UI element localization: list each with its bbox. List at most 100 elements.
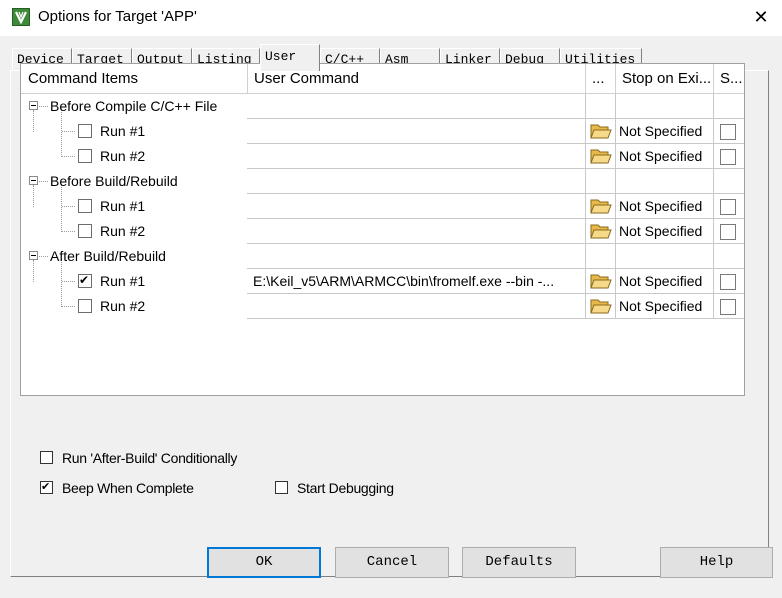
s-checkbox[interactable]: [720, 199, 736, 215]
s-cell: [713, 94, 744, 119]
header-divider: [247, 64, 248, 94]
tree-connector: [39, 256, 48, 258]
s-cell: [713, 144, 744, 169]
table-row[interactable]: ✔ Run #1 E:\Keil_v5\ARM\ARMCC\bin\fromel…: [21, 269, 744, 294]
run-checkbox[interactable]: [78, 199, 92, 213]
browse-cell: [585, 144, 615, 169]
s-checkbox[interactable]: [720, 274, 736, 290]
command-cell: [247, 169, 585, 194]
s-checkbox[interactable]: [720, 224, 736, 240]
run-label: Run #1: [100, 198, 146, 214]
group-row-after-build[interactable]: After Build/Rebuild: [21, 244, 744, 269]
table-row[interactable]: Run #1 Not Specified: [21, 119, 744, 144]
user-command-field[interactable]: [247, 144, 585, 169]
run-label: Run #1: [100, 273, 146, 289]
user-command-field[interactable]: [247, 119, 585, 144]
table-row[interactable]: Run #1 Not Specified: [21, 194, 744, 219]
folder-open-icon[interactable]: [590, 122, 612, 140]
header-command-items[interactable]: Command Items: [21, 64, 247, 93]
help-button[interactable]: Help: [660, 547, 773, 578]
header-divider: [585, 64, 586, 94]
stop-cell: [615, 244, 713, 269]
run-after-build-checkbox[interactable]: [40, 451, 53, 464]
browse-cell: [585, 194, 615, 219]
window-title: Options for Target 'APP': [38, 8, 197, 25]
start-debugging-label: Start Debugging: [297, 480, 394, 496]
user-commands-grid: Command Items User Command ... Stop on E…: [20, 63, 745, 396]
run-after-build-label: Run 'After-Build' Conditionally: [62, 450, 238, 466]
tree-connector: [62, 306, 75, 308]
defaults-button[interactable]: Defaults: [462, 547, 576, 578]
run-label: Run #1: [100, 123, 146, 139]
folder-open-icon[interactable]: [590, 297, 612, 315]
group-label: Before Compile C/C++ File: [50, 98, 218, 114]
tree-connector: [39, 106, 48, 108]
close-icon[interactable]: ✕: [748, 4, 774, 30]
run-label: Run #2: [100, 223, 146, 239]
s-checkbox[interactable]: [720, 149, 736, 165]
run-checkbox[interactable]: [78, 224, 92, 238]
s-checkbox[interactable]: [720, 299, 736, 315]
stop-on-exit-value[interactable]: Not Specified: [615, 219, 713, 244]
s-cell: [713, 219, 744, 244]
group-row-before-build[interactable]: Before Build/Rebuild: [21, 169, 744, 194]
header-divider: [713, 64, 714, 94]
stop-on-exit-value[interactable]: Not Specified: [615, 119, 713, 144]
stop-on-exit-value[interactable]: Not Specified: [615, 269, 713, 294]
browse-cell: [585, 169, 615, 194]
user-command-field[interactable]: E:\Keil_v5\ARM\ARMCC\bin\fromelf.exe --b…: [247, 269, 585, 294]
tree-connector: [62, 206, 75, 208]
user-command-field[interactable]: [247, 194, 585, 219]
run-checkbox[interactable]: [78, 124, 92, 138]
command-cell: [247, 244, 585, 269]
header-s[interactable]: S...: [713, 64, 744, 93]
table-row[interactable]: Run #2 Not Specified: [21, 144, 744, 169]
stop-on-exit-value[interactable]: Not Specified: [615, 294, 713, 319]
run-checkbox[interactable]: [78, 299, 92, 313]
s-cell: [713, 169, 744, 194]
browse-cell: [585, 269, 615, 294]
table-row[interactable]: Run #2 Not Specified: [21, 294, 744, 319]
title-bar: Options for Target 'APP' ✕: [0, 0, 782, 36]
ok-button[interactable]: OK: [207, 547, 321, 578]
folder-open-icon[interactable]: [590, 147, 612, 165]
group-label: Before Build/Rebuild: [50, 173, 178, 189]
run-checkbox[interactable]: [78, 149, 92, 163]
stop-on-exit-value[interactable]: Not Specified: [615, 144, 713, 169]
command-cell: [247, 94, 585, 119]
cancel-button[interactable]: Cancel: [335, 547, 449, 578]
run-label: Run #2: [100, 148, 146, 164]
folder-open-icon[interactable]: [590, 272, 612, 290]
header-divider: [615, 64, 616, 94]
collapse-icon[interactable]: [29, 101, 38, 110]
stop-on-exit-value[interactable]: Not Specified: [615, 194, 713, 219]
collapse-icon[interactable]: [29, 251, 38, 260]
collapse-icon[interactable]: [29, 176, 38, 185]
s-cell: [713, 294, 744, 319]
stop-cell: [615, 94, 713, 119]
browse-cell: [585, 219, 615, 244]
folder-open-icon[interactable]: [590, 197, 612, 215]
checkmark-icon: ✔: [79, 273, 90, 287]
run-checkbox[interactable]: ✔: [78, 273, 92, 288]
tree-connector: [62, 231, 75, 233]
grid-header: Command Items User Command ... Stop on E…: [21, 64, 744, 94]
dialog-body: Device Target Output Listing User C/C++ …: [0, 36, 782, 598]
beep-checkbox[interactable]: ✔: [40, 480, 53, 494]
header-stop-on-exit[interactable]: Stop on Exi...: [615, 64, 713, 93]
group-row-before-compile[interactable]: Before Compile C/C++ File: [21, 94, 744, 119]
user-command-field[interactable]: [247, 219, 585, 244]
s-cell: [713, 269, 744, 294]
tab-user[interactable]: User: [260, 44, 320, 71]
table-row[interactable]: Run #2 Not Specified: [21, 219, 744, 244]
start-debugging-checkbox[interactable]: [275, 481, 288, 494]
keil-uvision-icon: [12, 8, 30, 26]
header-browse[interactable]: ...: [585, 64, 615, 93]
user-command-field[interactable]: [247, 294, 585, 319]
s-checkbox[interactable]: [720, 124, 736, 140]
browse-cell: [585, 119, 615, 144]
stop-cell: [615, 169, 713, 194]
tree-connector: [62, 156, 75, 158]
browse-cell: [585, 244, 615, 269]
folder-open-icon[interactable]: [590, 222, 612, 240]
